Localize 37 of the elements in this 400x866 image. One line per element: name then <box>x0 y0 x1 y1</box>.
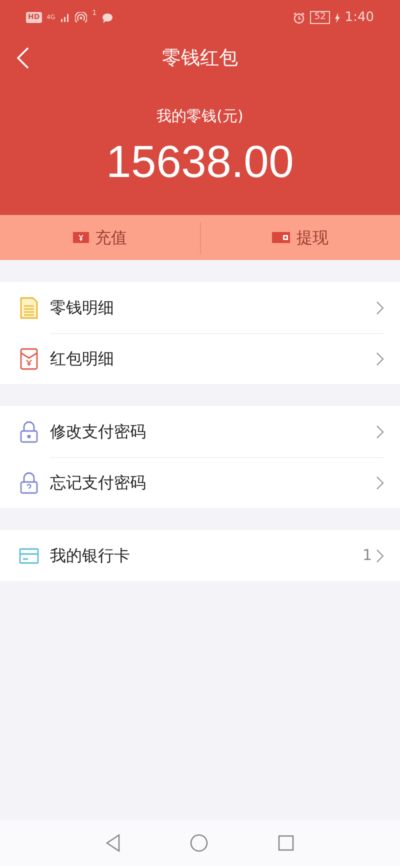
card-icon <box>19 548 39 564</box>
battery-level: 52 <box>310 11 330 24</box>
chevron-right-icon <box>376 424 384 438</box>
menu-item[interactable]: 零钱明细 <box>0 282 400 333</box>
menu-item-label: 红包明细 <box>50 348 115 370</box>
document-icon <box>20 296 38 318</box>
signal-icon <box>60 13 70 22</box>
lock-icon <box>20 472 38 494</box>
status-time: 1:40 <box>344 8 374 27</box>
menu-item[interactable]: 红包明细 <box>0 333 400 384</box>
menu-item[interactable]: 修改支付密码 <box>0 406 400 457</box>
wallet-icon <box>272 232 290 243</box>
menu-item[interactable]: 我的银行卡 1 <box>0 530 400 581</box>
chevron-right-icon <box>376 300 384 314</box>
back-nav-icon[interactable] <box>106 834 120 852</box>
page-title: 零钱红包 <box>162 46 238 71</box>
balance-amount: 15638.00 <box>106 136 294 188</box>
chevron-right-icon <box>376 548 384 562</box>
menu-item-label: 零钱明细 <box>50 296 115 318</box>
card-count: 1 <box>362 545 372 566</box>
hotspot-icon <box>75 12 88 24</box>
chevron-right-icon <box>376 476 384 490</box>
menu-item[interactable]: 忘记支付密码 <box>0 457 400 508</box>
home-nav-icon[interactable] <box>190 834 208 852</box>
chevron-right-icon <box>376 352 384 366</box>
recents-nav-icon[interactable] <box>278 835 294 851</box>
back-icon <box>17 47 29 69</box>
envelope-icon <box>20 348 38 370</box>
money-icon <box>72 232 89 243</box>
menu-item-label: 我的银行卡 <box>50 544 131 566</box>
menu-item-label: 修改支付密码 <box>50 420 147 442</box>
menu-item-label: 忘记支付密码 <box>50 472 147 494</box>
charging-icon <box>334 12 340 22</box>
chat-icon <box>102 12 113 22</box>
balance-label: 我的零钱(元) <box>156 106 244 127</box>
alarm-icon <box>293 12 306 24</box>
lock-icon <box>20 420 38 442</box>
